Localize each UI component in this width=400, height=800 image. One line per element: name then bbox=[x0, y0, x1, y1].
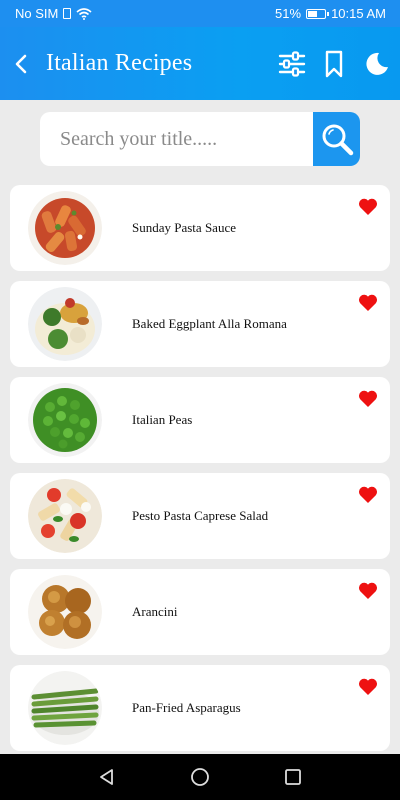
recipe-title: Baked Eggplant Alla Romana bbox=[132, 316, 287, 331]
search-input[interactable] bbox=[40, 112, 313, 166]
recipe-title: Sunday Pasta Sauce bbox=[132, 220, 236, 235]
sliders-icon bbox=[278, 50, 306, 77]
heart-icon[interactable] bbox=[358, 677, 378, 696]
back-triangle-icon bbox=[99, 769, 113, 785]
recipe-image-caprese-salad bbox=[28, 479, 102, 553]
heart-icon[interactable] bbox=[358, 293, 378, 312]
bookmark-icon bbox=[325, 50, 343, 77]
recipe-title: Italian Peas bbox=[132, 412, 193, 427]
carrier-label: No SIM bbox=[15, 6, 59, 21]
nav-back-button[interactable] bbox=[87, 757, 127, 797]
recipe-image-peas bbox=[28, 383, 102, 457]
bookmarks-button[interactable] bbox=[320, 47, 348, 81]
heart-icon[interactable] bbox=[358, 581, 378, 600]
heart-icon[interactable] bbox=[358, 389, 378, 408]
search-bar bbox=[40, 112, 360, 166]
app-bar-actions bbox=[278, 47, 390, 81]
battery-percent: 51% bbox=[275, 6, 302, 21]
recipe-card[interactable]: Sunday Pasta Sauce bbox=[10, 185, 390, 271]
battery-icon bbox=[306, 8, 330, 19]
status-bar: No SIM 51% 10:15 AM bbox=[0, 0, 400, 27]
status-left: No SIM bbox=[15, 6, 92, 21]
heart-icon[interactable] bbox=[358, 197, 378, 216]
recipe-card[interactable]: Pan-Fried Asparagus bbox=[10, 665, 390, 751]
recipe-card[interactable]: Arancini bbox=[10, 569, 390, 655]
sim-icon bbox=[63, 8, 72, 19]
recipe-card[interactable]: Italian Peas bbox=[10, 377, 390, 463]
recipe-image-eggplant bbox=[28, 287, 102, 361]
recipe-card[interactable]: Baked Eggplant Alla Romana bbox=[10, 281, 390, 367]
recents-square-icon bbox=[285, 769, 302, 785]
recipe-title: Pan-Fried Asparagus bbox=[132, 700, 241, 715]
clock: 10:15 AM bbox=[331, 6, 386, 21]
recipe-image-pasta-sauce bbox=[28, 191, 102, 265]
nav-home-button[interactable] bbox=[180, 757, 220, 797]
page-title: Italian Recipes bbox=[46, 50, 193, 76]
chevron-left-icon bbox=[15, 54, 27, 73]
recipe-image-arancini bbox=[28, 575, 102, 649]
recipe-card[interactable]: Pesto Pasta Caprese Salad bbox=[10, 473, 390, 559]
nav-recents-button[interactable] bbox=[273, 757, 313, 797]
search-button[interactable] bbox=[313, 112, 360, 166]
app-bar: Italian Recipes bbox=[0, 27, 400, 100]
recipe-title: Pesto Pasta Caprese Salad bbox=[132, 508, 269, 523]
home-circle-icon bbox=[191, 768, 209, 786]
heart-icon[interactable] bbox=[358, 485, 378, 504]
status-right: 51% 10:15 AM bbox=[275, 6, 386, 21]
dark-mode-button[interactable] bbox=[362, 47, 390, 81]
recipe-image-asparagus bbox=[28, 671, 102, 745]
back-button[interactable] bbox=[4, 44, 38, 84]
filter-button[interactable] bbox=[278, 47, 306, 81]
moon-icon bbox=[366, 52, 388, 75]
recipe-title: Arancini bbox=[132, 604, 178, 619]
system-nav-bar bbox=[0, 754, 400, 800]
wifi-icon bbox=[76, 7, 92, 20]
search-icon bbox=[322, 124, 353, 156]
